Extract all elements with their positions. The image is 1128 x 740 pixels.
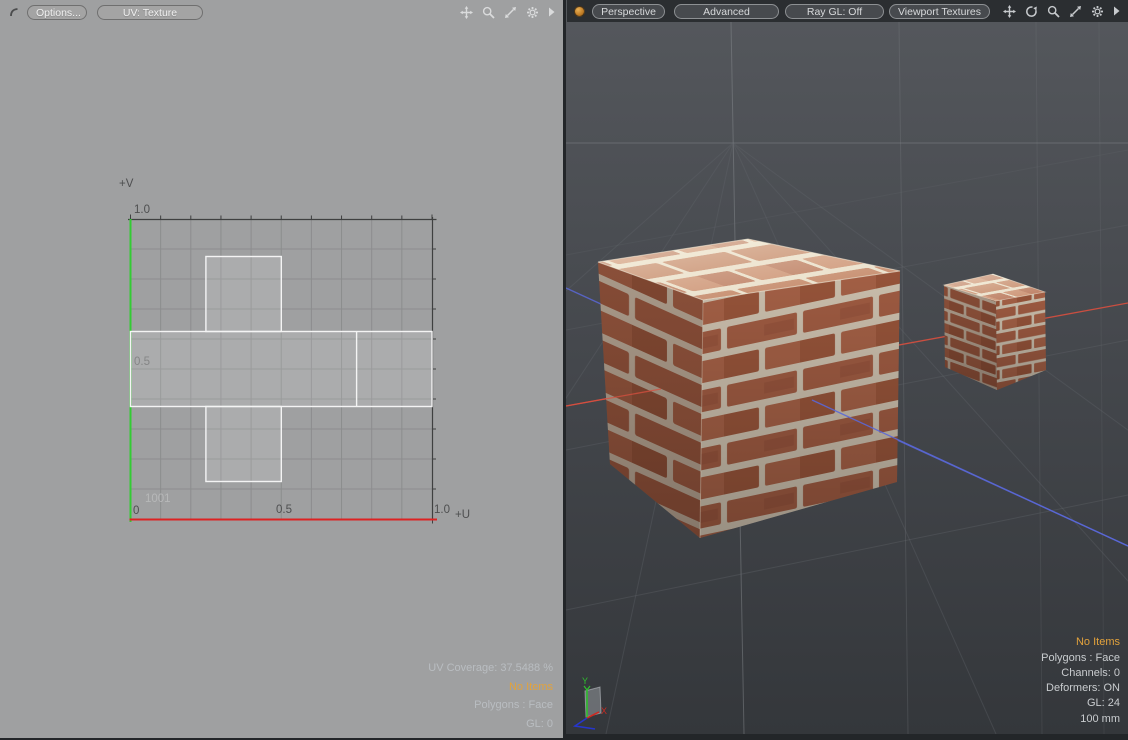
gl-canvas[interactable]: Y X <box>566 22 1128 734</box>
brick-cube-small[interactable] <box>944 274 1046 390</box>
flyout-arrow-icon[interactable] <box>548 7 555 17</box>
uv-toolbar-icons <box>460 6 555 19</box>
v-axis-label: +V <box>119 178 134 190</box>
options-button[interactable]: Options... <box>27 5 87 20</box>
magnify-icon[interactable] <box>1047 5 1060 18</box>
viewport-toolbar-icons <box>1003 5 1120 18</box>
uv-shell-bottom-face[interactable] <box>206 407 281 482</box>
uv-status-readout: UV Coverage: 37.5488 % No Items Polygons… <box>428 659 553 733</box>
u-max-label: 1.0 <box>434 504 450 516</box>
maximize-icon[interactable] <box>1069 5 1082 18</box>
y-axis-label: Y <box>582 676 588 686</box>
uv-gl-count-text: GL: 0 <box>428 715 553 734</box>
uv-shell-side-band[interactable] <box>131 332 433 407</box>
udim-tile-label: 1001 <box>145 493 171 505</box>
viewport-state-indicator[interactable] <box>574 6 585 17</box>
uv-selection-text: No Items <box>428 678 553 697</box>
x-axis-label: X <box>601 706 607 716</box>
flyout-arrow-icon[interactable] <box>1113 6 1120 16</box>
u-mid-label: 0.5 <box>276 504 292 516</box>
rotate-icon[interactable] <box>1025 5 1038 18</box>
ray-gl-button[interactable]: Ray GL: Off <box>785 4 884 19</box>
gl-channels-text: Channels: 0 <box>1041 666 1120 681</box>
viewport-toolbar: Perspective Advanced Ray GL: Off Viewpor… <box>566 0 1128 22</box>
pan-icon[interactable] <box>460 6 473 19</box>
viewport-corner-widget-icon[interactable] <box>9 7 19 17</box>
magnify-icon[interactable] <box>482 6 495 19</box>
uv-mode-button[interactable]: UV: Texture <box>97 5 203 20</box>
perspective-viewport-pane[interactable]: Perspective Advanced Ray GL: Off Viewpor… <box>566 0 1128 734</box>
gl-component-mode-text: Polygons : Face <box>1041 651 1120 666</box>
uv-shells[interactable] <box>131 257 433 482</box>
origin-label: 0 <box>133 505 139 517</box>
viewport-textures-button[interactable]: Viewport Textures <box>889 4 990 19</box>
uv-coverage-text: UV Coverage: 37.5488 % <box>428 659 553 678</box>
gl-deformers-text: Deformers: ON <box>1041 681 1120 696</box>
pan-icon[interactable] <box>1003 5 1016 18</box>
maximize-icon[interactable] <box>504 6 517 19</box>
uv-shell-top-face[interactable] <box>206 257 281 332</box>
viewport-status-readout: No Items Polygons : Face Channels: 0 Def… <box>1041 635 1120 727</box>
uv-component-mode-text: Polygons : Face <box>428 696 553 715</box>
u-axis-label: +U <box>455 509 470 521</box>
view-type-button[interactable]: Perspective <box>592 4 665 19</box>
gl-selection-text: No Items <box>1041 635 1120 650</box>
uv-canvas[interactable]: +V 1.0 0.5 0 0.5 1.0 +U 1001 <box>0 0 563 738</box>
gear-icon[interactable] <box>526 6 539 19</box>
gl-count-text: GL: 24 <box>1041 696 1120 711</box>
v-max-label: 1.0 <box>134 204 150 216</box>
uv-editor-pane[interactable]: Options... UV: Texture <box>0 0 563 738</box>
uv-toolbar: Options... UV: Texture <box>0 0 563 24</box>
modo-workspace: Options... UV: Texture <box>0 0 1128 740</box>
gl-grid-scale-text: 100 mm <box>1041 712 1120 727</box>
shading-mode-button[interactable]: Advanced <box>674 4 779 19</box>
gear-icon[interactable] <box>1091 5 1104 18</box>
